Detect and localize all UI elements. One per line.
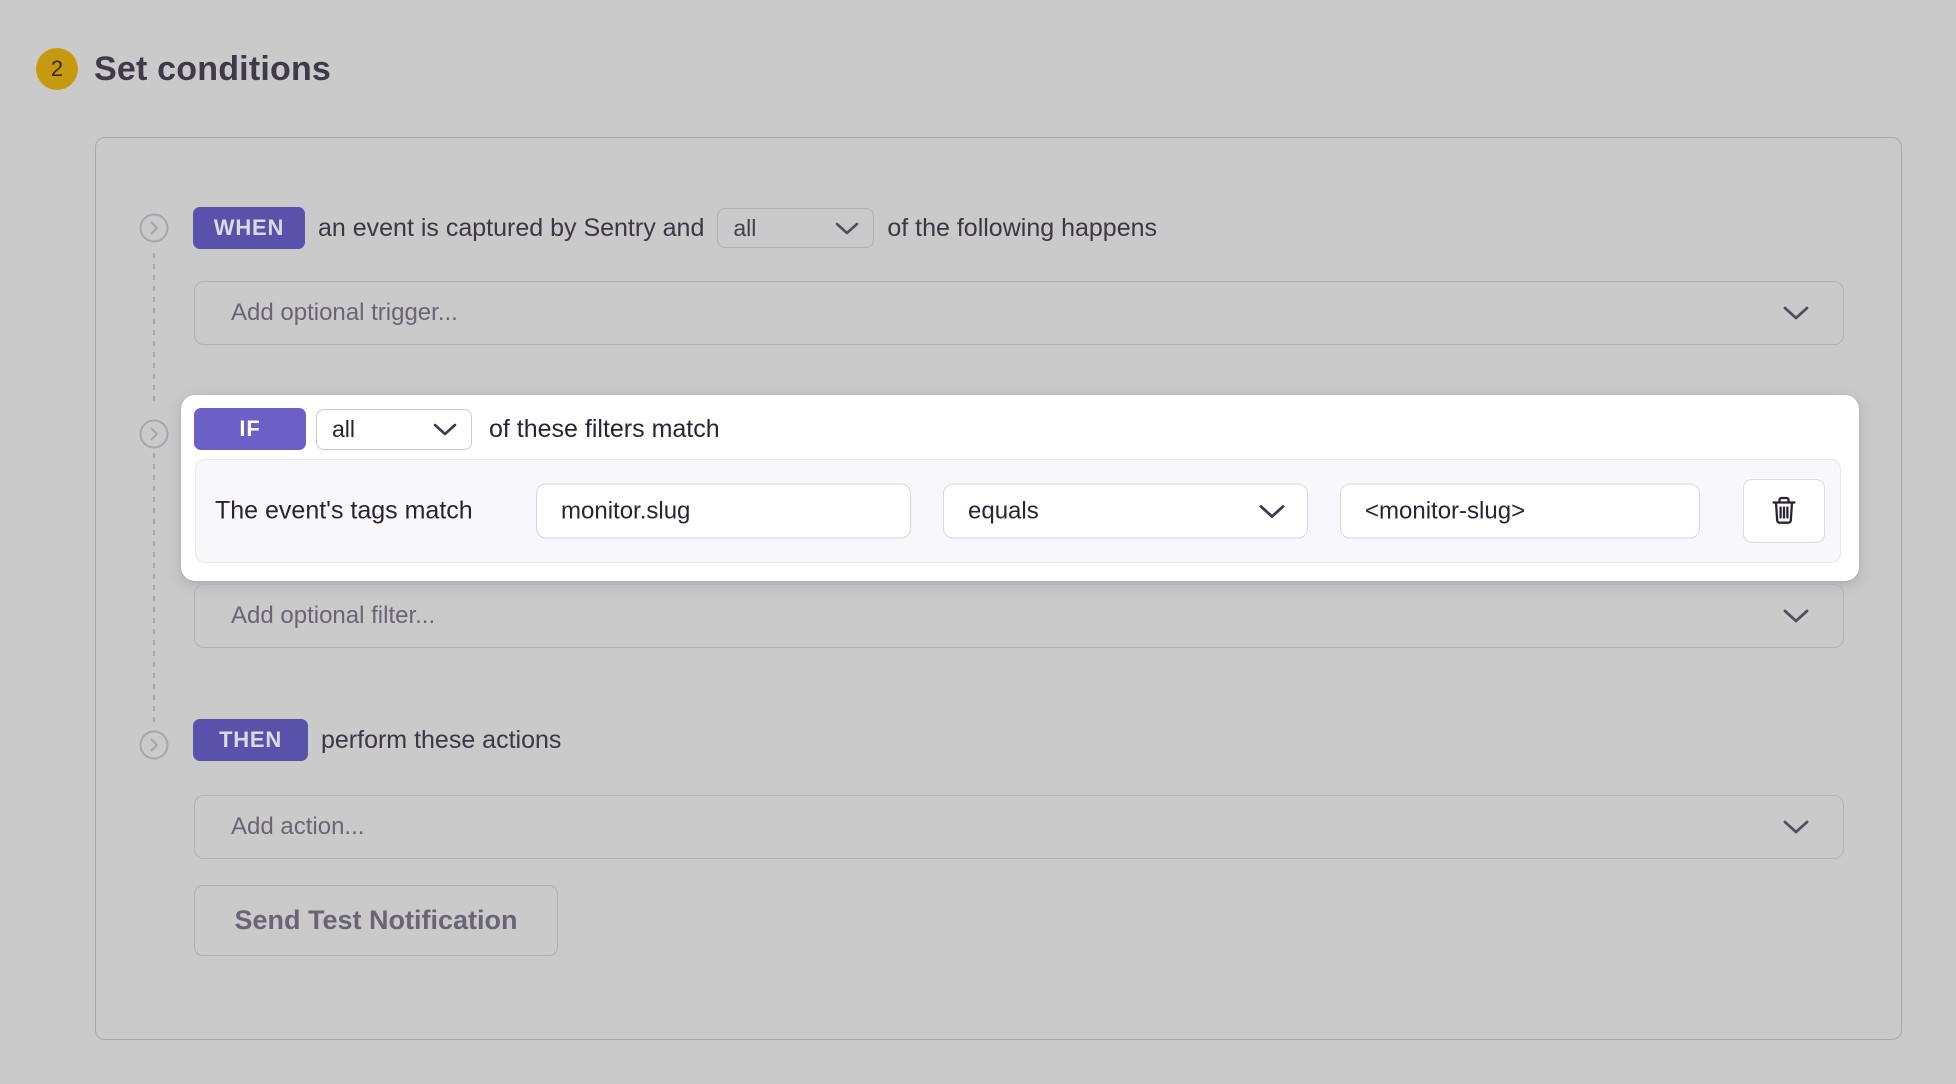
when-text-after: of the following happens (887, 214, 1157, 243)
add-action-select[interactable]: Add action... (194, 795, 1844, 859)
then-badge: THEN (193, 719, 308, 761)
step-number-badge: 2 (36, 48, 78, 90)
when-text-before: an event is captured by Sentry and (318, 214, 704, 243)
when-badge: WHEN (193, 207, 305, 249)
then-row: THEN perform these actions (193, 718, 561, 762)
page-title: Set conditions (94, 50, 331, 89)
filter-condition-row: The event's tags match equals (195, 459, 1841, 563)
if-match-select[interactable]: all (316, 409, 472, 450)
operator-select-value: equals (968, 497, 1039, 525)
add-trigger-placeholder: Add optional trigger... (231, 299, 458, 327)
chevron-right-circle-icon[interactable] (139, 730, 169, 760)
chevron-down-icon (1783, 609, 1809, 623)
if-section-card: IF all of these filters match The event'… (181, 395, 1859, 581)
chevron-down-icon (835, 222, 859, 235)
delete-filter-button[interactable] (1743, 479, 1825, 543)
connector-line (153, 453, 155, 726)
operator-select[interactable]: equals (943, 484, 1308, 539)
if-badge: IF (194, 408, 306, 450)
when-match-select[interactable]: all (717, 208, 874, 248)
step-header: 2 Set conditions (36, 48, 331, 90)
chevron-right-circle-icon[interactable] (139, 419, 169, 449)
then-text-after: perform these actions (321, 726, 561, 755)
tag-value-input[interactable] (1340, 484, 1700, 539)
add-filter-placeholder: Add optional filter... (231, 602, 435, 630)
trash-icon (1769, 494, 1799, 529)
when-match-select-value: all (733, 215, 756, 242)
when-row: WHEN an event is captured by Sentry and … (193, 206, 1157, 250)
chevron-down-icon (1783, 306, 1809, 320)
if-match-select-value: all (332, 416, 355, 443)
if-text-after: of these filters match (489, 415, 720, 444)
chevron-right-circle-icon[interactable] (139, 213, 169, 243)
conditions-panel: WHEN an event is captured by Sentry and … (95, 137, 1902, 1040)
tag-key-input[interactable] (536, 484, 911, 539)
add-filter-select[interactable]: Add optional filter... (194, 584, 1844, 648)
send-test-notification-button[interactable]: Send Test Notification (194, 885, 558, 956)
add-action-placeholder: Add action... (231, 813, 364, 841)
chevron-down-icon (1783, 820, 1809, 834)
chevron-down-icon (433, 423, 457, 436)
set-conditions-screen: 2 Set conditions WHEN an event is captur… (0, 0, 1956, 1084)
add-trigger-select[interactable]: Add optional trigger... (194, 281, 1844, 345)
filter-label: The event's tags match (215, 497, 473, 526)
chevron-down-icon (1259, 504, 1285, 518)
if-row: IF all of these filters match (194, 408, 720, 450)
connector-line (153, 253, 155, 405)
